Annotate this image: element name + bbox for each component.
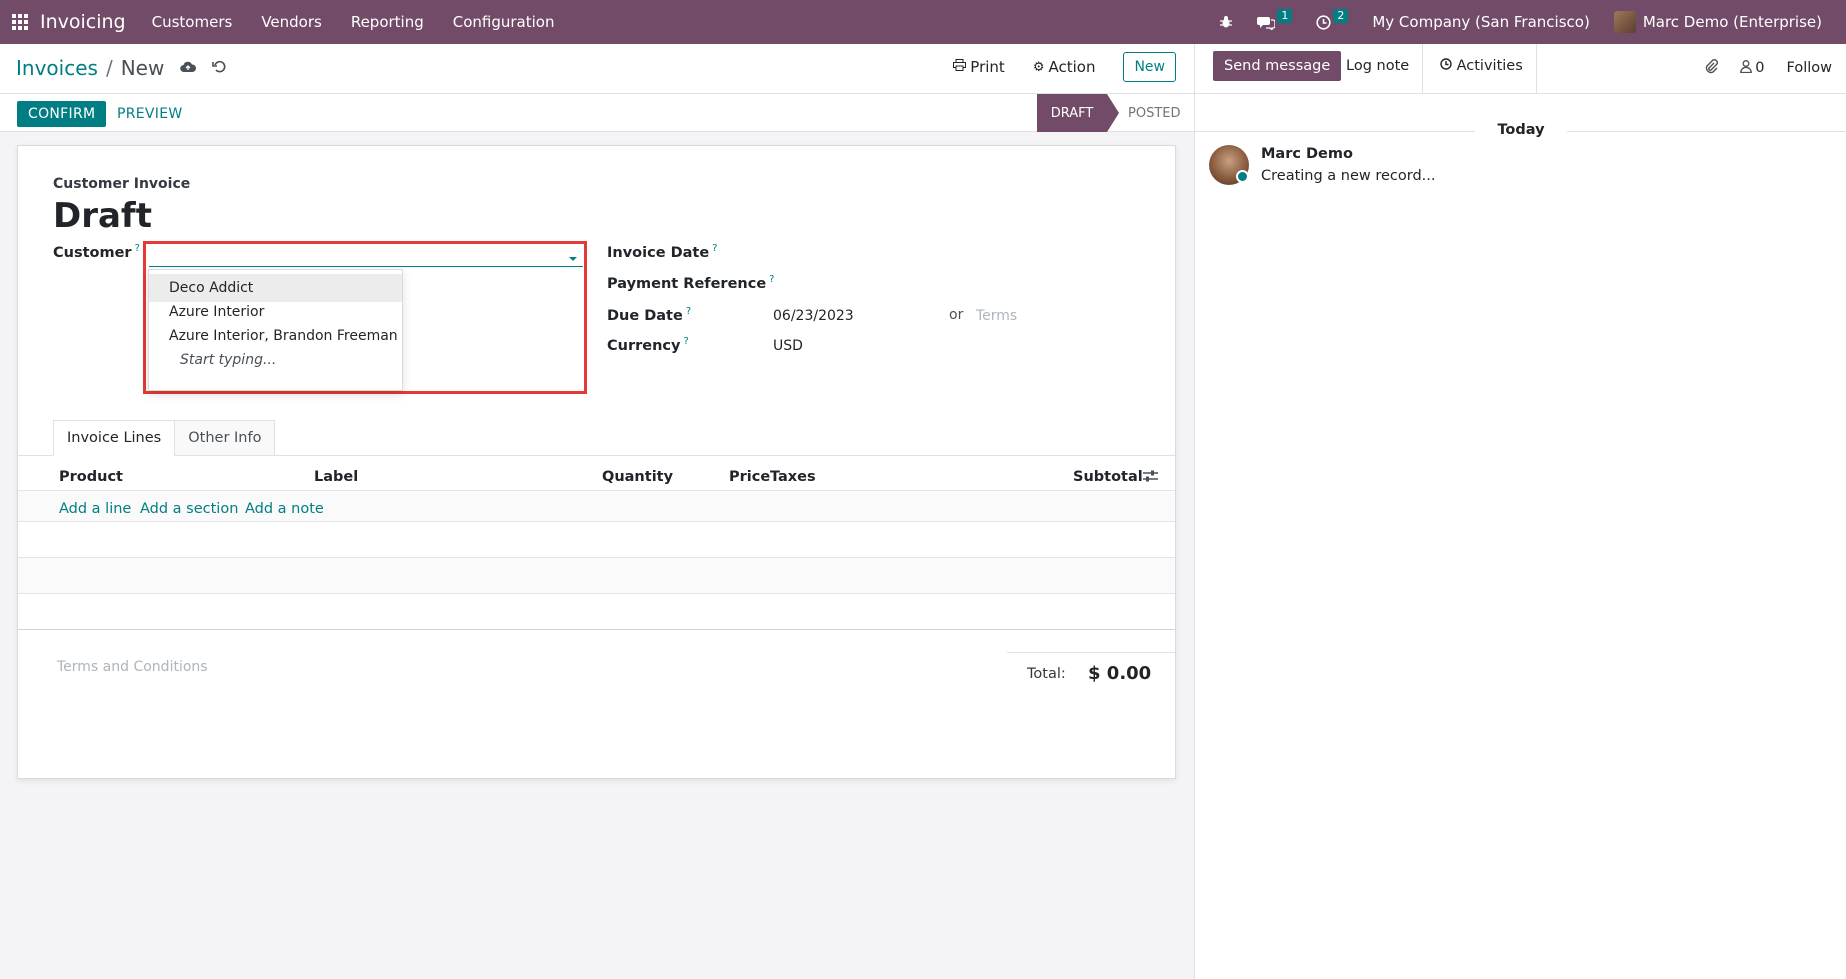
- activities-label: Activities: [1456, 58, 1523, 74]
- date-divider-right: [1567, 131, 1846, 132]
- invoice-date-label: Invoice Date?: [607, 243, 718, 261]
- stage-posted[interactable]: POSTED: [1128, 106, 1181, 121]
- move-type-label: Customer Invoice: [53, 176, 191, 192]
- currency-field[interactable]: USD: [773, 338, 803, 354]
- dropdown-hint: Start typing...: [180, 352, 277, 368]
- total-divider: [1007, 652, 1175, 653]
- breadcrumb-current: New: [120, 56, 165, 80]
- chatter-panel: Send message Log note Activities 0 Follo…: [1194, 44, 1846, 979]
- followers-button[interactable]: 0: [1740, 59, 1765, 77]
- total-label: Total:: [1027, 666, 1066, 682]
- messages-count-badge: 1: [1277, 9, 1293, 23]
- add-line-link[interactable]: Add a line: [59, 501, 131, 517]
- breadcrumb-separator: /: [105, 56, 113, 80]
- payment-reference-help-icon[interactable]: ?: [769, 274, 774, 285]
- app-menu-icon[interactable]: [0, 0, 40, 44]
- currency-help-icon[interactable]: ?: [683, 336, 688, 347]
- customer-label: Customer?: [53, 243, 140, 261]
- customer-highlight: Deco Addict Azure Interior Azure Interio…: [143, 241, 587, 394]
- action-button[interactable]: ⚙ Action: [1033, 58, 1096, 76]
- online-status-icon: [1236, 170, 1249, 183]
- breadcrumb-invoices[interactable]: Invoices: [16, 56, 98, 80]
- activities-clock-icon[interactable]: 2: [1316, 9, 1349, 30]
- chevron-down-icon[interactable]: [569, 257, 577, 261]
- stage-arrow: [1107, 94, 1119, 132]
- chatter-topbar: Send message Log note Activities 0 Follo…: [1195, 44, 1846, 94]
- company-switcher[interactable]: My Company (San Francisco): [1372, 13, 1589, 31]
- table-row-divider: [18, 593, 1175, 594]
- currency-label: Currency?: [607, 336, 689, 354]
- tab-other-info[interactable]: Other Info: [174, 420, 276, 456]
- col-quantity[interactable]: Quantity: [602, 469, 673, 485]
- messages-icon[interactable]: 1: [1257, 9, 1293, 30]
- add-note-link[interactable]: Add a note: [245, 501, 324, 517]
- discard-undo-icon[interactable]: [212, 59, 226, 77]
- or-label: or: [949, 307, 964, 323]
- activities-button[interactable]: Activities: [1440, 58, 1523, 74]
- invoice-date-help-icon[interactable]: ?: [712, 243, 717, 254]
- stage-draft[interactable]: DRAFT: [1037, 94, 1107, 132]
- col-subtotal[interactable]: Subtotal: [1073, 469, 1143, 485]
- status-bar: CONFIRM PREVIEW DRAFT POSTED: [0, 94, 1194, 132]
- breadcrumb: Invoices / New: [16, 56, 226, 80]
- clock-icon: [1440, 58, 1457, 74]
- paperclip-icon[interactable]: [1704, 58, 1719, 78]
- notebook-tabs: Invoice Lines Other Info: [53, 420, 276, 456]
- form-sheet: Customer Invoice Draft Customer? Deco Ad…: [17, 145, 1176, 779]
- print-label: Print: [970, 58, 1005, 76]
- gear-icon: ⚙: [1032, 59, 1045, 75]
- message-body: Creating a new record...: [1261, 168, 1436, 184]
- message-author[interactable]: Marc Demo: [1261, 146, 1353, 162]
- preview-button[interactable]: PREVIEW: [117, 106, 183, 122]
- table-row-empty: [18, 558, 1175, 593]
- menu-configuration[interactable]: Configuration: [453, 13, 555, 31]
- due-date-label: Due Date?: [607, 306, 692, 324]
- chatter-divider: [1422, 44, 1423, 94]
- control-panel: Invoices / New Print ⚙ Action New: [0, 44, 1194, 94]
- total-amount: $ 0.00: [1088, 663, 1152, 684]
- save-cloud-icon[interactable]: [180, 59, 197, 77]
- user-avatar: [1613, 11, 1636, 33]
- col-taxes[interactable]: Taxes: [770, 469, 816, 485]
- app-name[interactable]: Invoicing: [40, 11, 126, 33]
- chatter-divider: [1536, 44, 1537, 94]
- confirm-button[interactable]: CONFIRM: [17, 101, 107, 127]
- col-product[interactable]: Product: [59, 469, 123, 485]
- customer-input[interactable]: [149, 247, 583, 267]
- col-label[interactable]: Label: [314, 469, 358, 485]
- action-label: Action: [1048, 58, 1096, 76]
- terms-and-conditions-field[interactable]: Terms and Conditions: [57, 659, 208, 675]
- date-separator: Today: [1195, 122, 1846, 138]
- menu-vendors[interactable]: Vendors: [261, 13, 322, 31]
- due-date-help-icon[interactable]: ?: [686, 306, 691, 317]
- user-menu[interactable]: Marc Demo (Enterprise): [1613, 11, 1822, 33]
- top-navbar: Invoicing Customers Vendors Reporting Co…: [0, 0, 1846, 44]
- table-row-divider: [18, 521, 1175, 522]
- customer-help-icon[interactable]: ?: [135, 243, 140, 254]
- optional-columns-toggle-icon[interactable]: [1143, 470, 1158, 487]
- table-bottom-divider: [18, 629, 1175, 630]
- activities-count-badge: 2: [1333, 9, 1349, 23]
- customer-autocomplete-dropdown: Deco Addict Azure Interior Azure Interio…: [148, 269, 403, 391]
- new-button[interactable]: New: [1123, 52, 1176, 82]
- due-date-field[interactable]: 06/23/2023: [773, 308, 854, 324]
- debug-bug-icon[interactable]: [1219, 15, 1233, 29]
- col-price[interactable]: Price: [729, 469, 770, 485]
- user-icon: [1740, 59, 1753, 77]
- follow-button[interactable]: Follow: [1787, 60, 1832, 76]
- log-note-button[interactable]: Log note: [1346, 58, 1409, 74]
- form-view: Invoices / New Print ⚙ Action New CONFIR…: [0, 44, 1194, 979]
- printer-icon: [953, 59, 967, 75]
- record-title: Draft: [53, 196, 152, 236]
- payment-reference-label: Payment Reference?: [607, 274, 775, 292]
- followers-count: 0: [1755, 60, 1765, 76]
- tab-invoice-lines[interactable]: Invoice Lines: [53, 420, 176, 456]
- send-message-button[interactable]: Send message: [1213, 51, 1342, 81]
- payment-terms-field[interactable]: Terms: [976, 308, 1017, 324]
- menu-reporting[interactable]: Reporting: [351, 13, 424, 31]
- add-section-link[interactable]: Add a section: [140, 501, 238, 517]
- user-name: Marc Demo (Enterprise): [1642, 13, 1822, 31]
- menu-customers[interactable]: Customers: [152, 13, 233, 31]
- print-button[interactable]: Print: [953, 58, 1005, 76]
